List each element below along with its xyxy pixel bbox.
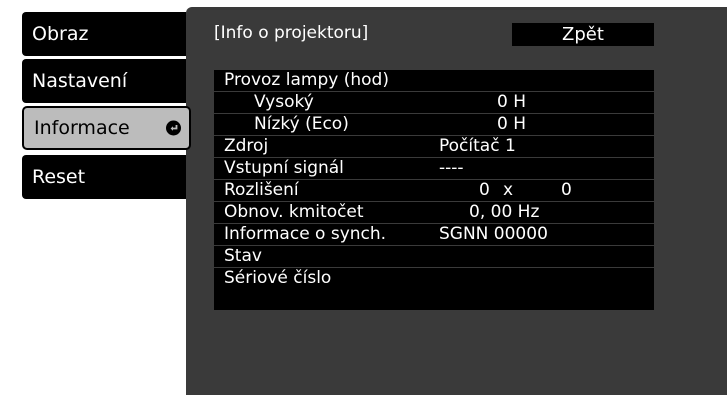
- table-row: Zdroj Počítač 1: [214, 136, 654, 158]
- refresh-rate-value: 0, 00 Hz: [469, 202, 540, 222]
- resolution-separator: x: [503, 180, 514, 200]
- enter-arrow-icon: [166, 120, 181, 136]
- menu-item-obraz[interactable]: Obraz: [22, 12, 186, 56]
- menu-item-label: Reset: [32, 166, 86, 188]
- table-row: Sériové číslo: [214, 268, 654, 290]
- menu-item-label: Nastavení: [32, 70, 128, 92]
- source-value: Počítač 1: [439, 136, 516, 156]
- sync-info-label: Informace o synch.: [224, 224, 387, 244]
- sync-info-value: SGNN 00000: [439, 224, 548, 244]
- high-mode-value: 0 H: [497, 92, 527, 112]
- lamp-hours-label: Provoz lampy (hod): [224, 70, 389, 90]
- menu-item-informace[interactable]: Informace: [22, 106, 191, 150]
- eco-mode-value: 0 H: [497, 114, 527, 134]
- high-mode-label: Vysoký: [254, 92, 314, 112]
- table-row: Informace o synch. SGNN 00000: [214, 224, 654, 246]
- status-label: Stav: [224, 246, 262, 266]
- table-row: Nízký (Eco) 0 H: [214, 114, 654, 136]
- menu-item-label: Obraz: [32, 23, 89, 45]
- refresh-rate-label: Obnov. kmitočet: [224, 202, 364, 222]
- input-signal-label: Vstupní signál: [224, 158, 344, 178]
- table-row: Rozlišení 0 x 0: [214, 180, 654, 202]
- table-row: Stav: [214, 246, 654, 268]
- menu-item-reset[interactable]: Reset: [22, 155, 186, 199]
- table-row: Vysoký 0 H: [214, 92, 654, 114]
- serial-number-label: Sériové číslo: [224, 268, 332, 288]
- source-label: Zdroj: [224, 136, 269, 156]
- input-signal-value: ----: [439, 158, 464, 178]
- table-row: Vstupní signál ----: [214, 158, 654, 180]
- info-table: Provoz lampy (hod) Vysoký 0 H Nízký (Eco…: [214, 70, 654, 310]
- resolution-label: Rozlišení: [224, 180, 299, 200]
- page-title: [Info o projektoru]: [214, 23, 369, 43]
- menu-item-label: Informace: [34, 117, 130, 139]
- table-row: Obnov. kmitočet 0, 00 Hz: [214, 202, 654, 224]
- resolution-width: 0: [479, 180, 490, 200]
- eco-mode-label: Nízký (Eco): [254, 114, 349, 134]
- back-button[interactable]: Zpět: [512, 23, 654, 46]
- table-row: Provoz lampy (hod): [214, 70, 654, 92]
- menu-item-nastaveni[interactable]: Nastavení: [22, 59, 186, 103]
- info-panel: [Info o projektoru] Zpět Provoz lampy (h…: [186, 7, 727, 395]
- resolution-height: 0: [561, 180, 572, 200]
